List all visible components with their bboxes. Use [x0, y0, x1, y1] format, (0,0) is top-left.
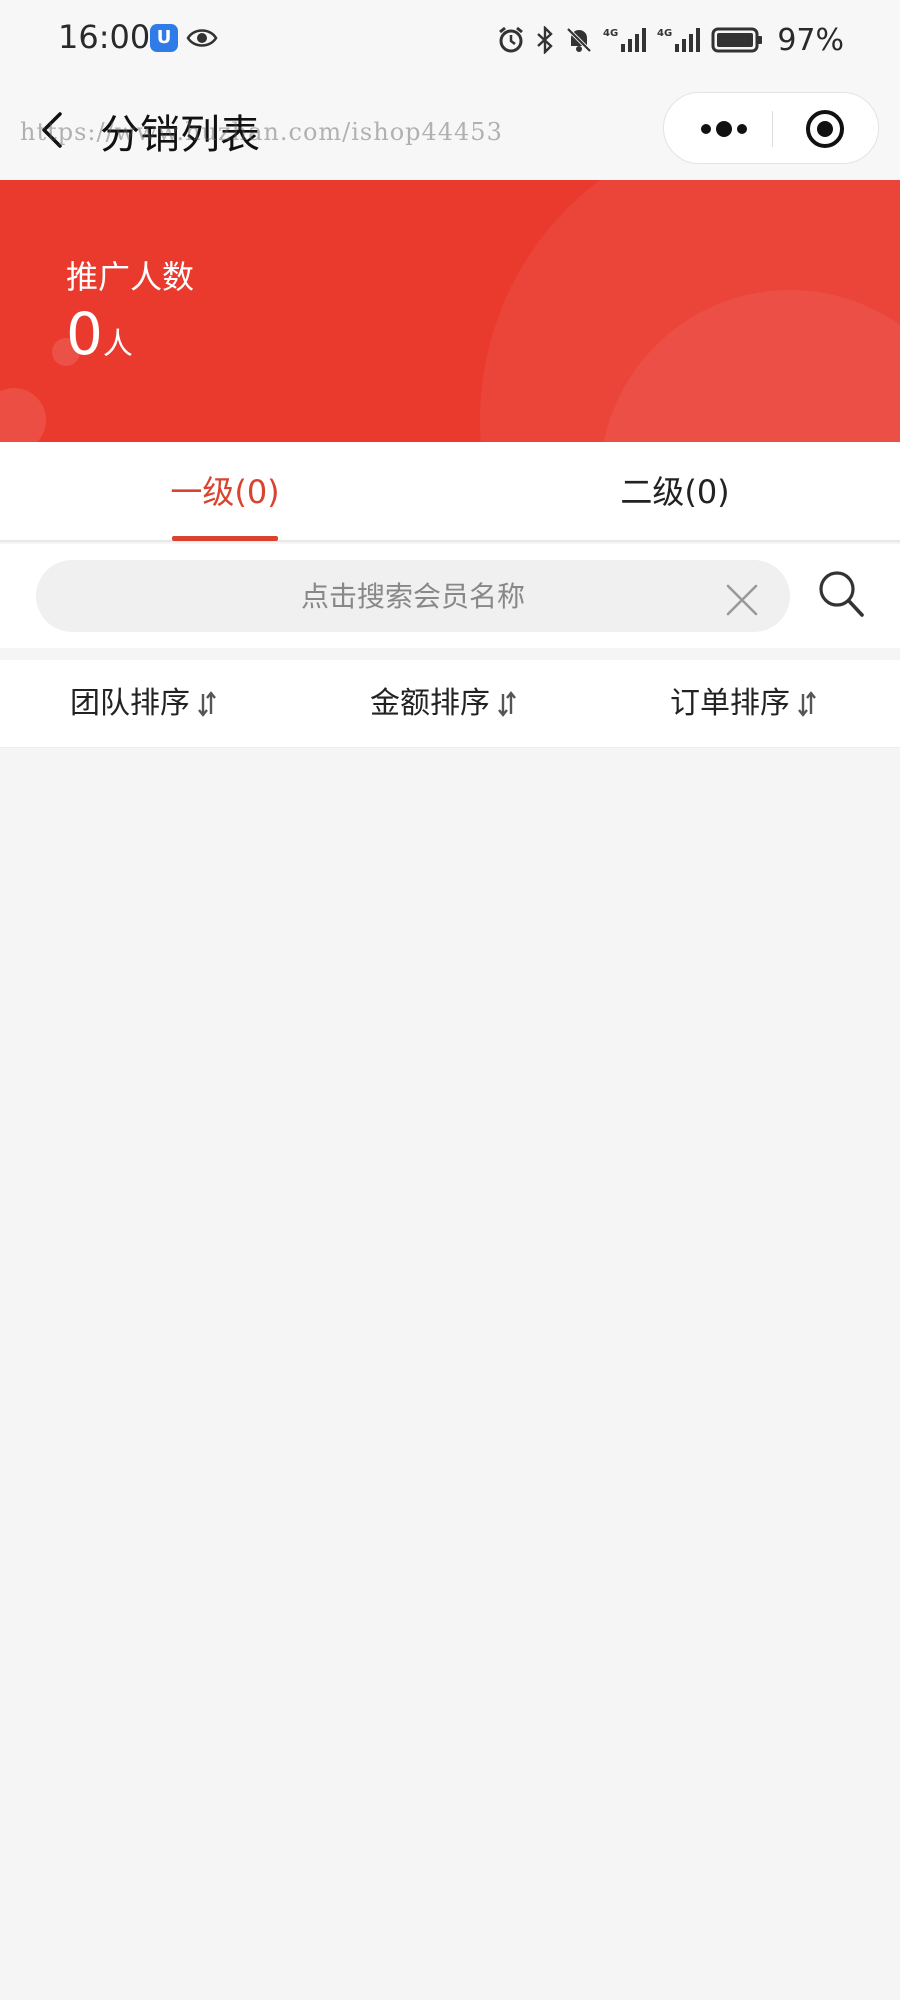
mute-icon [565, 26, 593, 54]
search-icon [819, 571, 864, 617]
sort-bar: 团队排序 金额排序 订单排序 [0, 660, 900, 748]
clear-search-button[interactable] [720, 578, 764, 622]
sort-by-team-button[interactable]: 团队排序 [70, 660, 216, 748]
sort-arrows-icon [498, 691, 516, 717]
more-dots-icon [701, 121, 747, 137]
search-area [0, 544, 900, 648]
close-mini-program-button[interactable] [780, 93, 870, 165]
sort-arrows-icon [798, 691, 816, 717]
nav-bar: 分销列表 https://www.huzhan.com/ishop44453 [0, 80, 900, 180]
sort-arrows-icon [198, 691, 216, 717]
more-button[interactable] [684, 93, 764, 165]
status-bar: 16:00 U 4G 4G 97% [0, 0, 900, 80]
tab-level-1[interactable]: 一级(0) [0, 442, 450, 542]
member-list-empty [0, 748, 900, 2000]
active-tab-indicator [172, 536, 278, 541]
alarm-icon [497, 26, 525, 54]
signal-4g-icon: 4G [657, 26, 701, 54]
promotion-count-unit: 人 [102, 327, 133, 362]
close-icon [726, 584, 758, 616]
mini-program-capsule [663, 92, 879, 164]
sort-by-order-button[interactable]: 订单排序 [670, 660, 816, 748]
sort-by-team-label: 团队排序 [70, 686, 190, 721]
watermark-text: https://www.huzhan.com/ishop44453 [20, 118, 503, 146]
promotion-count: 0人 [66, 300, 133, 368]
search-box [36, 560, 790, 632]
search-input[interactable] [36, 560, 790, 632]
bluetooth-icon [535, 26, 555, 54]
promotion-count-value: 0 [66, 300, 103, 368]
tab-level-1-label: 一级(0) [170, 473, 280, 511]
svg-text:4G: 4G [657, 28, 672, 39]
eye-icon [186, 26, 218, 54]
svg-text:4G: 4G [603, 28, 618, 39]
signal-4g-icon: 4G [603, 26, 647, 54]
level-tabs: 一级(0) 二级(0) [0, 442, 900, 542]
promotion-count-label: 推广人数 [66, 258, 195, 296]
target-circle-icon [806, 110, 844, 148]
promotion-banner: 推广人数 0人 [0, 180, 900, 442]
sort-by-amount-button[interactable]: 金额排序 [370, 660, 516, 748]
tab-level-2[interactable]: 二级(0) [450, 442, 900, 542]
sort-by-amount-label: 金额排序 [370, 686, 490, 721]
search-button[interactable] [816, 566, 866, 624]
sort-by-order-label: 订单排序 [670, 686, 790, 721]
battery-percent: 97% [777, 22, 844, 58]
status-time: 16:00 [58, 18, 151, 56]
tab-level-2-label: 二级(0) [620, 473, 730, 511]
status-icons: 4G 4G 97% [497, 20, 844, 60]
capsule-divider [772, 111, 773, 147]
banner-decoration [0, 180, 900, 442]
battery-icon [711, 26, 763, 54]
app-shield-icon: U [150, 24, 178, 52]
